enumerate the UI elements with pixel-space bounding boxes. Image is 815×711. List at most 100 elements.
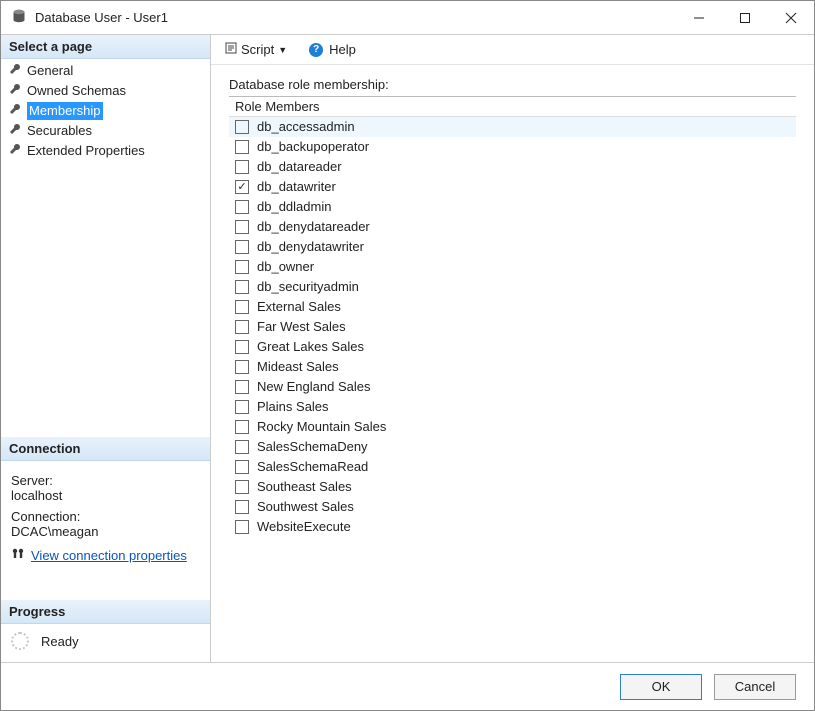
page-item-securables[interactable]: Securables — [1, 121, 210, 141]
role-row[interactable]: Rocky Mountain Sales — [229, 417, 796, 437]
select-page-header: Select a page — [1, 35, 210, 59]
role-row[interactable]: db_owner — [229, 257, 796, 277]
role-checkbox[interactable] — [235, 400, 249, 414]
role-checkbox[interactable]: ✓ — [235, 180, 249, 194]
role-row[interactable]: Far West Sales — [229, 317, 796, 337]
role-checkbox[interactable] — [235, 280, 249, 294]
help-label: Help — [329, 42, 356, 57]
role-row[interactable]: Southeast Sales — [229, 477, 796, 497]
role-label: External Sales — [257, 298, 341, 316]
role-label: db_securityadmin — [257, 278, 359, 296]
server-label: Server: — [11, 473, 200, 488]
chevron-down-icon: ▼ — [278, 45, 287, 55]
page-item-label: Membership — [27, 102, 103, 120]
role-row[interactable]: Plains Sales — [229, 397, 796, 417]
role-checkbox[interactable] — [235, 160, 249, 174]
titlebar: Database User - User1 — [1, 1, 814, 35]
role-row[interactable]: SalesSchemaDeny — [229, 437, 796, 457]
role-checkbox[interactable] — [235, 520, 249, 534]
cancel-button[interactable]: Cancel — [714, 674, 796, 700]
role-label: db_denydatawriter — [257, 238, 364, 256]
page-item-owned-schemas[interactable]: Owned Schemas — [1, 81, 210, 101]
role-row[interactable]: External Sales — [229, 297, 796, 317]
page-item-label: Securables — [27, 122, 92, 140]
role-label: Southwest Sales — [257, 498, 354, 516]
role-label: db_denydatareader — [257, 218, 370, 236]
content-area: Database role membership: Role Members d… — [211, 65, 814, 662]
connection-label: Connection: — [11, 509, 200, 524]
window-controls — [676, 1, 814, 34]
wrench-icon — [9, 122, 21, 140]
script-label: Script — [241, 42, 274, 57]
role-row[interactable]: New England Sales — [229, 377, 796, 397]
role-row[interactable]: Mideast Sales — [229, 357, 796, 377]
role-row[interactable]: Southwest Sales — [229, 497, 796, 517]
role-checkbox[interactable] — [235, 440, 249, 454]
role-row[interactable]: db_denydatawriter — [229, 237, 796, 257]
role-checkbox[interactable] — [235, 140, 249, 154]
database-icon — [11, 8, 27, 27]
connection-value: DCAC\meagan — [11, 524, 200, 539]
role-checkbox[interactable] — [235, 460, 249, 474]
role-row[interactable]: SalesSchemaRead — [229, 457, 796, 477]
role-label: db_accessadmin — [257, 118, 355, 136]
page-item-extended-properties[interactable]: Extended Properties — [1, 141, 210, 161]
progress-block: Ready — [1, 624, 210, 662]
role-checkbox[interactable] — [235, 200, 249, 214]
role-row[interactable]: db_datareader — [229, 157, 796, 177]
sidebar: Select a page GeneralOwned SchemasMember… — [1, 35, 211, 662]
role-checkbox[interactable] — [235, 300, 249, 314]
role-checkbox[interactable] — [235, 480, 249, 494]
close-button[interactable] — [768, 1, 814, 34]
wrench-icon — [9, 62, 21, 80]
role-checkbox[interactable] — [235, 340, 249, 354]
role-checkbox[interactable] — [235, 240, 249, 254]
minimize-button[interactable] — [676, 1, 722, 34]
role-row[interactable]: Great Lakes Sales — [229, 337, 796, 357]
role-row[interactable]: ✓db_datawriter — [229, 177, 796, 197]
page-list: GeneralOwned SchemasMembership Securables… — [1, 59, 210, 169]
role-label: db_backupoperator — [257, 138, 369, 156]
role-row[interactable]: db_ddladmin — [229, 197, 796, 217]
wrench-icon — [9, 142, 21, 160]
page-item-membership[interactable]: Membership — [1, 101, 210, 121]
role-row[interactable]: db_accessadmin — [229, 117, 796, 137]
role-row[interactable]: db_backupoperator — [229, 137, 796, 157]
progress-status: Ready — [41, 634, 79, 649]
ok-button[interactable]: OK — [620, 674, 702, 700]
role-label: Far West Sales — [257, 318, 346, 336]
role-checkbox[interactable] — [235, 500, 249, 514]
page-item-general[interactable]: General — [1, 61, 210, 81]
role-list-header: Role Members — [229, 97, 796, 117]
role-label: db_ddladmin — [257, 198, 331, 216]
role-label: Rocky Mountain Sales — [257, 418, 386, 436]
role-row[interactable]: db_denydatareader — [229, 217, 796, 237]
page-item-label: Extended Properties — [27, 142, 145, 160]
role-label: Mideast Sales — [257, 358, 339, 376]
role-checkbox[interactable] — [235, 380, 249, 394]
role-membership-label: Database role membership: — [229, 77, 796, 92]
role-checkbox[interactable] — [235, 420, 249, 434]
page-item-label: General — [27, 62, 73, 80]
role-checkbox[interactable] — [235, 120, 249, 134]
progress-spinner-icon — [11, 632, 29, 650]
role-label: db_owner — [257, 258, 314, 276]
role-row[interactable]: db_securityadmin — [229, 277, 796, 297]
connection-header: Connection — [1, 437, 210, 461]
role-row[interactable]: WebsiteExecute — [229, 517, 796, 537]
role-label: SalesSchemaDeny — [257, 438, 368, 456]
server-value: localhost — [11, 488, 200, 503]
connection-properties-icon — [11, 547, 25, 564]
role-checkbox[interactable] — [235, 220, 249, 234]
maximize-button[interactable] — [722, 1, 768, 34]
script-button[interactable]: Script ▼ — [221, 40, 291, 59]
role-label: Southeast Sales — [257, 478, 352, 496]
script-icon — [225, 42, 237, 57]
progress-header: Progress — [1, 600, 210, 624]
view-connection-properties-link[interactable]: View connection properties — [31, 548, 187, 563]
dialog-footer: OK Cancel — [1, 662, 814, 710]
role-checkbox[interactable] — [235, 360, 249, 374]
role-checkbox[interactable] — [235, 320, 249, 334]
role-checkbox[interactable] — [235, 260, 249, 274]
help-button[interactable]: ? Help — [297, 40, 360, 59]
